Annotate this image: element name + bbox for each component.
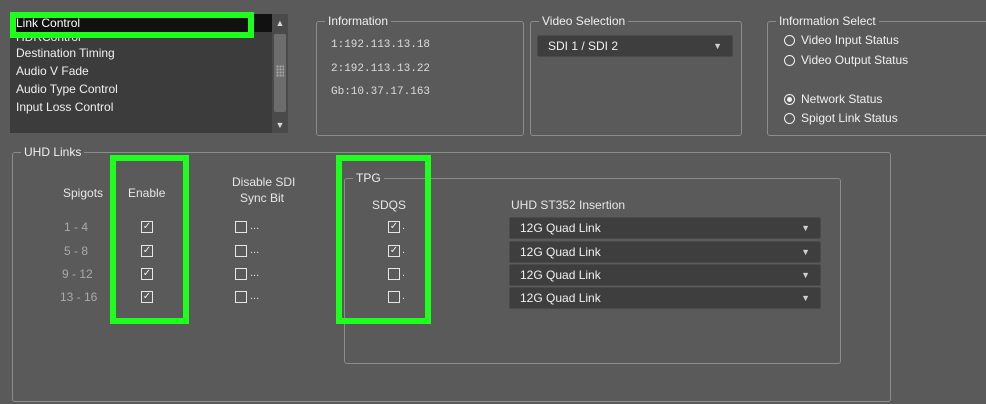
header-insertion: UHD ST352 Insertion xyxy=(511,198,626,212)
insertion-dropdown[interactable]: 12G Quad Link ▼ xyxy=(509,264,821,286)
spigots-label: 5 - 8 xyxy=(64,244,89,258)
chevron-down-icon: ▼ xyxy=(801,247,810,257)
video-selection-title: Video Selection xyxy=(539,14,629,28)
radio-video-output-status[interactable]: Video Output Status xyxy=(784,53,908,67)
ellipsis: ... xyxy=(250,244,260,256)
scroll-down-icon[interactable]: ▼ xyxy=(272,118,288,132)
list-item-hdrcontrol[interactable]: HDRControl xyxy=(10,32,272,44)
information-select-title: Information Select xyxy=(776,14,879,28)
scroll-up-icon[interactable]: ▲ xyxy=(272,16,288,30)
radio-icon xyxy=(784,112,795,124)
chevron-down-icon: ▼ xyxy=(801,270,810,280)
information-panel: Information 1:192.113.13.18 2:192.113.13… xyxy=(316,14,524,136)
info-line-3: Gb:10.37.17.163 xyxy=(331,86,431,98)
spigots-label: 13 - 16 xyxy=(60,290,98,304)
insertion-value: 12G Quad Link xyxy=(520,291,601,305)
list-item-input-loss-control[interactable]: Input Loss Control xyxy=(10,98,272,116)
spigots-label: 1 - 4 xyxy=(64,220,89,234)
information-select-panel: Information Select Video Input Status Vi… xyxy=(767,14,986,136)
radio-label: Network Status xyxy=(801,92,883,106)
chevron-down-icon: ▼ xyxy=(713,41,722,51)
header-disable-sdi: Disable SDI xyxy=(232,175,296,189)
dot: . xyxy=(402,267,406,279)
insertion-dropdown[interactable]: 12G Quad Link ▼ xyxy=(509,287,821,309)
dot: . xyxy=(402,244,406,256)
spigots-label: 9 - 12 xyxy=(62,267,93,281)
insertion-value: 12G Quad Link xyxy=(520,245,601,259)
function-list[interactable]: Link Control HDRControl Destination Timi… xyxy=(10,14,272,133)
ellipsis: ... xyxy=(250,290,260,302)
insertion-value: 12G Quad Link xyxy=(520,268,601,282)
ellipsis: ... xyxy=(250,267,260,279)
chevron-down-icon: ▼ xyxy=(801,293,810,303)
enable-checkbox[interactable]: ✓ xyxy=(141,221,153,233)
grip-icon xyxy=(276,65,284,77)
radio-icon xyxy=(784,34,795,46)
list-item-audio-type-control[interactable]: Audio Type Control xyxy=(10,80,272,98)
disable-sync-checkbox[interactable] xyxy=(235,221,247,233)
video-selection-value: SDI 1 / SDI 2 xyxy=(548,39,619,53)
radio-label: Spigot Link Status xyxy=(801,111,898,125)
information-title: Information xyxy=(325,14,392,28)
header-sync-bit: Sync Bit xyxy=(240,191,285,205)
header-sdqs: SDQS xyxy=(372,198,407,212)
uhd-links-title: UHD Links xyxy=(21,145,85,159)
scroll-thumb[interactable] xyxy=(274,34,286,112)
insertion-dropdown[interactable]: 12G Quad Link ▼ xyxy=(509,241,821,263)
tpg-title: TPG xyxy=(353,171,384,185)
disable-sync-checkbox[interactable] xyxy=(235,291,247,303)
enable-checkbox[interactable]: ✓ xyxy=(141,245,153,257)
ellipsis: ... xyxy=(250,220,260,232)
sdqs-checkbox[interactable]: ✓ xyxy=(388,221,400,233)
info-line-2: 2:192.113.13.22 xyxy=(331,63,431,75)
dot: . xyxy=(402,220,406,232)
sdqs-checkbox[interactable]: ✓ xyxy=(388,245,400,257)
radio-spigot-link-status[interactable]: Spigot Link Status xyxy=(784,111,898,125)
radio-label: Video Input Status xyxy=(801,33,899,47)
radio-video-input-status[interactable]: Video Input Status xyxy=(784,33,899,47)
function-list-scrollbar[interactable]: ▲ ▼ xyxy=(272,14,288,133)
header-spigots: Spigots xyxy=(63,186,104,200)
radio-label: Video Output Status xyxy=(801,53,909,67)
list-item-link-control[interactable]: Link Control xyxy=(10,14,272,32)
enable-checkbox[interactable]: ✓ xyxy=(141,291,153,303)
chevron-down-icon: ▼ xyxy=(801,223,810,233)
enable-checkbox[interactable]: ✓ xyxy=(141,268,153,280)
dot: . xyxy=(402,290,406,302)
sdqs-checkbox[interactable] xyxy=(388,291,400,303)
list-item-audio-v-fade[interactable]: Audio V Fade xyxy=(10,62,272,80)
radio-selected-icon xyxy=(784,93,795,105)
sdqs-checkbox[interactable] xyxy=(388,268,400,280)
info-line-1: 1:192.113.13.18 xyxy=(331,39,431,51)
insertion-value: 12G Quad Link xyxy=(520,221,601,235)
radio-network-status[interactable]: Network Status xyxy=(784,92,882,106)
radio-icon xyxy=(784,54,795,66)
list-item-destination-timing[interactable]: Destination Timing xyxy=(10,44,272,62)
video-selection-dropdown[interactable]: SDI 1 / SDI 2 ▼ xyxy=(537,35,733,57)
video-selection-panel: Video Selection SDI 1 / SDI 2 ▼ xyxy=(530,14,742,136)
disable-sync-checkbox[interactable] xyxy=(235,268,247,280)
disable-sync-checkbox[interactable] xyxy=(235,245,247,257)
insertion-dropdown[interactable]: 12G Quad Link ▼ xyxy=(509,217,821,239)
header-enable: Enable xyxy=(128,186,166,200)
uhd-links-panel: UHD Links Spigots Enable Disable SDI Syn… xyxy=(12,145,891,402)
